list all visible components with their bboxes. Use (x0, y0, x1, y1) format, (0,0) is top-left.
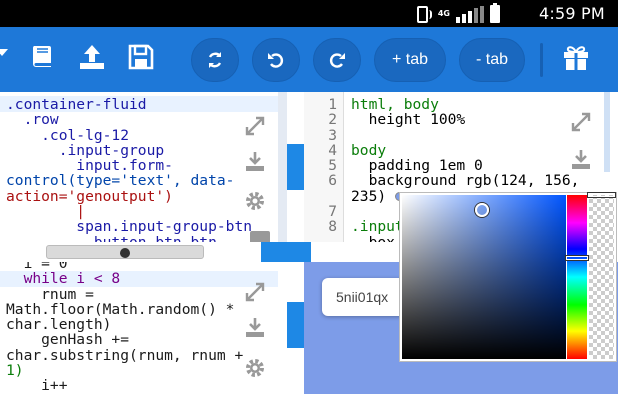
html-scrollbar[interactable] (278, 92, 287, 242)
code-line: char.substring(rnum, rnum + (6, 346, 244, 364)
redo-icon (329, 53, 345, 68)
hue-handle[interactable] (566, 256, 588, 260)
expand-icon[interactable] (243, 280, 269, 304)
line-number: 6 (328, 172, 337, 190)
network-type: 4G (437, 9, 450, 18)
settings-gear-icon[interactable] (243, 189, 269, 213)
add-tab-button[interactable]: + tab (374, 38, 446, 82)
saturation-value-area[interactable] (402, 195, 566, 359)
clock: 4:59 PM (539, 4, 605, 23)
remove-tab-button[interactable]: - tab (459, 38, 525, 82)
gift-icon[interactable] (558, 41, 594, 73)
download-icon[interactable] (569, 147, 595, 171)
code-line: 235) (351, 187, 387, 205)
splitter-handle-top[interactable] (287, 144, 304, 190)
hue-slider[interactable] (567, 195, 587, 359)
battery-icon (490, 3, 500, 23)
html-code[interactable]: .container-fluid .row .col-lg-12 .input-… (6, 97, 252, 244)
vibrate-icon (416, 5, 432, 23)
alpha-slider[interactable] (589, 195, 614, 359)
line-number-gutter: 1 2 3 4 5 6 7 8 (304, 92, 344, 242)
color-picker[interactable] (399, 192, 617, 362)
app-root: 4G 4:59 PM + tab - tab .container-fluid … (0, 0, 618, 394)
refresh-button[interactable] (191, 38, 239, 82)
code-line: box (351, 234, 395, 242)
book-icon[interactable] (24, 41, 60, 73)
download-icon[interactable] (243, 149, 269, 173)
signal-icon (456, 5, 484, 23)
html-editor[interactable]: .container-fluid .row .col-lg-12 .input-… (0, 92, 287, 244)
menu-caret-icon[interactable] (0, 49, 8, 56)
code-line: i++ (6, 377, 68, 394)
status-icons: 4G (416, 3, 500, 23)
css-scrollbar[interactable] (604, 92, 610, 172)
toolbar: + tab - tab (0, 27, 618, 92)
font-size-slider[interactable] (46, 245, 204, 259)
js-code[interactable]: i = 0 while i < 8 rnum = Math.floor(Math… (6, 262, 243, 394)
download-icon[interactable] (243, 315, 269, 339)
save-icon[interactable] (123, 41, 159, 73)
output-value: 5nii01qx (336, 289, 389, 305)
color-cursor[interactable] (475, 203, 489, 217)
upload-icon[interactable] (74, 41, 110, 73)
splitter-handle[interactable] (261, 242, 311, 262)
status-bar: 4G 4:59 PM (0, 0, 618, 27)
settings-gear-icon[interactable] (243, 356, 269, 380)
redo-button[interactable] (313, 38, 361, 82)
line-number: 8 (328, 218, 337, 236)
alpha-handle[interactable] (588, 193, 615, 197)
code-line: height 100% (351, 111, 466, 129)
refresh-icon (208, 52, 222, 68)
toolbar-divider (540, 43, 543, 77)
expand-icon[interactable] (243, 114, 269, 138)
slider-thumb[interactable] (120, 248, 130, 258)
undo-button[interactable] (252, 38, 300, 82)
expand-icon[interactable] (569, 110, 595, 134)
splitter-handle-bottom[interactable] (287, 302, 304, 348)
undo-icon (268, 53, 284, 68)
js-editor[interactable]: i = 0 while i < 8 rnum = Math.floor(Math… (0, 262, 287, 394)
